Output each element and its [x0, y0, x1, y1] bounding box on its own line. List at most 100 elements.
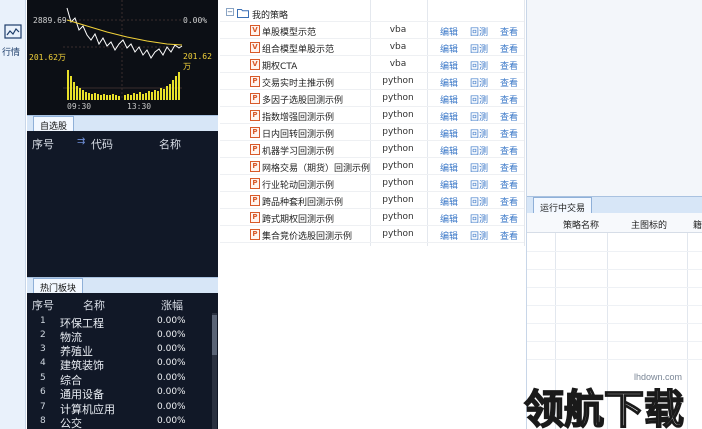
tab-watchlist[interactable]: 自选股: [33, 116, 75, 132]
strategy-row[interactable]: P 日内回转回测示例 python 编辑 回测 查看: [220, 124, 524, 141]
hot-seq-header[interactable]: 序号: [32, 297, 54, 313]
backtest-link[interactable]: 回测: [470, 93, 488, 106]
collapse-icon[interactable]: −: [226, 8, 234, 16]
strategy-name: 日内回转回测示例: [262, 130, 335, 140]
backtest-link[interactable]: 回测: [470, 76, 488, 89]
view-link[interactable]: 查看: [500, 110, 518, 123]
edit-link[interactable]: 编辑: [440, 195, 458, 208]
view-link[interactable]: 查看: [500, 229, 518, 242]
nav-market-button[interactable]: 行情: [0, 18, 26, 64]
watermark-url: lhdown.com: [634, 372, 683, 382]
hot-sector-row[interactable]: 7 计算机应用 0.00%: [27, 401, 218, 416]
view-link[interactable]: 查看: [500, 195, 518, 208]
view-link[interactable]: 查看: [500, 93, 518, 106]
hot-sector-row[interactable]: 4 建筑装饰 0.00%: [27, 357, 218, 372]
backtest-link[interactable]: 回测: [470, 229, 488, 242]
sort-icon[interactable]: ⇉: [77, 136, 85, 147]
strategy-language: vba: [389, 25, 407, 35]
backtest-link[interactable]: 回测: [470, 127, 488, 140]
hot-sector-row[interactable]: 3 养殖业 0.00%: [27, 343, 218, 358]
edit-link[interactable]: 编辑: [440, 76, 458, 89]
backtest-link[interactable]: 回测: [470, 110, 488, 123]
backtest-link[interactable]: 回测: [470, 195, 488, 208]
watchlist-header: 序号 ⇉ 代码 名称: [27, 136, 218, 152]
edit-link[interactable]: 编辑: [440, 127, 458, 140]
backtest-link[interactable]: 回测: [470, 59, 488, 72]
edit-link[interactable]: 编辑: [440, 110, 458, 123]
edit-link[interactable]: 编辑: [440, 144, 458, 157]
hot-sector-row[interactable]: 6 通用设备 0.00%: [27, 386, 218, 401]
tab-running-trades[interactable]: 运行中交易: [533, 197, 593, 214]
python-file-icon: P: [250, 212, 260, 223]
backtest-link[interactable]: 回测: [470, 42, 488, 55]
strategy-root-row[interactable]: − 我的策略: [220, 5, 524, 22]
strategy-row[interactable]: P 多因子选股回测示例 python 编辑 回测 查看: [220, 90, 524, 107]
strategy-name: 网格交易（期货）回测示例: [262, 164, 371, 174]
edit-link[interactable]: 编辑: [440, 229, 458, 242]
hot-name-header[interactable]: 名称: [83, 297, 105, 313]
scrollbar-thumb[interactable]: [212, 315, 217, 355]
strategy-name: 交易实时主推示例: [262, 79, 335, 89]
hot-sector-row[interactable]: 2 物流 0.00%: [27, 329, 218, 344]
view-link[interactable]: 查看: [500, 59, 518, 72]
edit-link[interactable]: 编辑: [440, 25, 458, 38]
strategy-row[interactable]: P 行业轮动回测示例 python 编辑 回测 查看: [220, 175, 524, 192]
backtest-link[interactable]: 回测: [470, 178, 488, 191]
nav-market-label: 行情: [2, 48, 21, 58]
strategy-row[interactable]: V 期权CTA vba 编辑 回测 查看: [220, 56, 524, 73]
strategy-name: 跨品种套利回测示例: [262, 198, 344, 208]
view-link[interactable]: 查看: [500, 178, 518, 191]
extra-column-header[interactable]: 籍: [693, 218, 702, 231]
hot-sector-row[interactable]: 1 环保工程 0.00%: [27, 315, 218, 330]
strategy-name-header[interactable]: 策略名称: [563, 218, 599, 231]
python-file-icon: P: [250, 93, 260, 104]
view-link[interactable]: 查看: [500, 25, 518, 38]
strategy-row[interactable]: P 交易实时主推示例 python 编辑 回测 查看: [220, 73, 524, 90]
vba-file-icon: V: [250, 42, 260, 53]
strategy-row[interactable]: P 网格交易（期货）回测示例 python 编辑 回测 查看: [220, 158, 524, 175]
backtest-link[interactable]: 回测: [470, 212, 488, 225]
hot-sectors-scrollbar[interactable]: [212, 313, 217, 429]
backtest-link[interactable]: 回测: [470, 144, 488, 157]
running-grid-header: 策略名称 主图标的 籍: [527, 213, 702, 233]
strategy-row[interactable]: P 指数增强回测示例 python 编辑 回测 查看: [220, 107, 524, 124]
view-link[interactable]: 查看: [500, 144, 518, 157]
sector-name: 建筑装饰: [60, 359, 104, 372]
main-symbol-header[interactable]: 主图标的: [631, 218, 667, 231]
view-link[interactable]: 查看: [500, 42, 518, 55]
edit-link[interactable]: 编辑: [440, 178, 458, 191]
edit-link[interactable]: 编辑: [440, 42, 458, 55]
watchlist-code-header[interactable]: 代码: [91, 136, 113, 152]
view-link[interactable]: 查看: [500, 161, 518, 174]
backtest-link[interactable]: 回测: [470, 161, 488, 174]
python-file-icon: P: [250, 110, 260, 121]
sector-change: 0.00%: [157, 330, 186, 340]
python-file-icon: P: [250, 229, 260, 240]
strategy-root-label: 我的策略: [252, 11, 289, 21]
edit-link[interactable]: 编辑: [440, 59, 458, 72]
hot-sector-row[interactable]: 5 综合 0.00%: [27, 372, 218, 387]
strategy-row[interactable]: P 跨品种套利回测示例 python 编辑 回测 查看: [220, 192, 524, 209]
edit-link[interactable]: 编辑: [440, 212, 458, 225]
view-link[interactable]: 查看: [500, 76, 518, 89]
strategy-row[interactable]: V 单股模型示范 vba 编辑 回测 查看: [220, 22, 524, 39]
hot-sector-row[interactable]: 8 公交 0.00%: [27, 415, 218, 429]
view-link[interactable]: 查看: [500, 127, 518, 140]
strategy-row[interactable]: P 跨式期权回测示例 python 编辑 回测 查看: [220, 209, 524, 226]
mini-price-chart[interactable]: 2889.69 0.00% 201.62万 201.62万 09:30 13:3…: [27, 0, 218, 115]
strategy-row[interactable]: V 组合模型单股示范 vba 编辑 回测 查看: [220, 39, 524, 56]
strategy-name: 多因子选股回测示例: [262, 96, 344, 106]
vba-file-icon: V: [250, 59, 260, 70]
watchlist-name-header[interactable]: 名称: [159, 136, 181, 152]
strategy-row[interactable]: P 机器学习回测示例 python 编辑 回测 查看: [220, 141, 524, 158]
hot-sectors-tabbar: 热门板块: [27, 277, 218, 294]
watchlist-seq-header[interactable]: 序号: [32, 136, 54, 152]
strategy-row[interactable]: P 集合竞价选股回测示例 python 编辑 回测 查看: [220, 226, 524, 243]
hot-change-header[interactable]: 涨幅: [161, 297, 183, 313]
sector-change: 0.00%: [157, 358, 186, 368]
view-link[interactable]: 查看: [500, 212, 518, 225]
edit-link[interactable]: 编辑: [440, 93, 458, 106]
edit-link[interactable]: 编辑: [440, 161, 458, 174]
backtest-link[interactable]: 回测: [470, 25, 488, 38]
tab-hot-sectors[interactable]: 热门板块: [33, 278, 84, 294]
